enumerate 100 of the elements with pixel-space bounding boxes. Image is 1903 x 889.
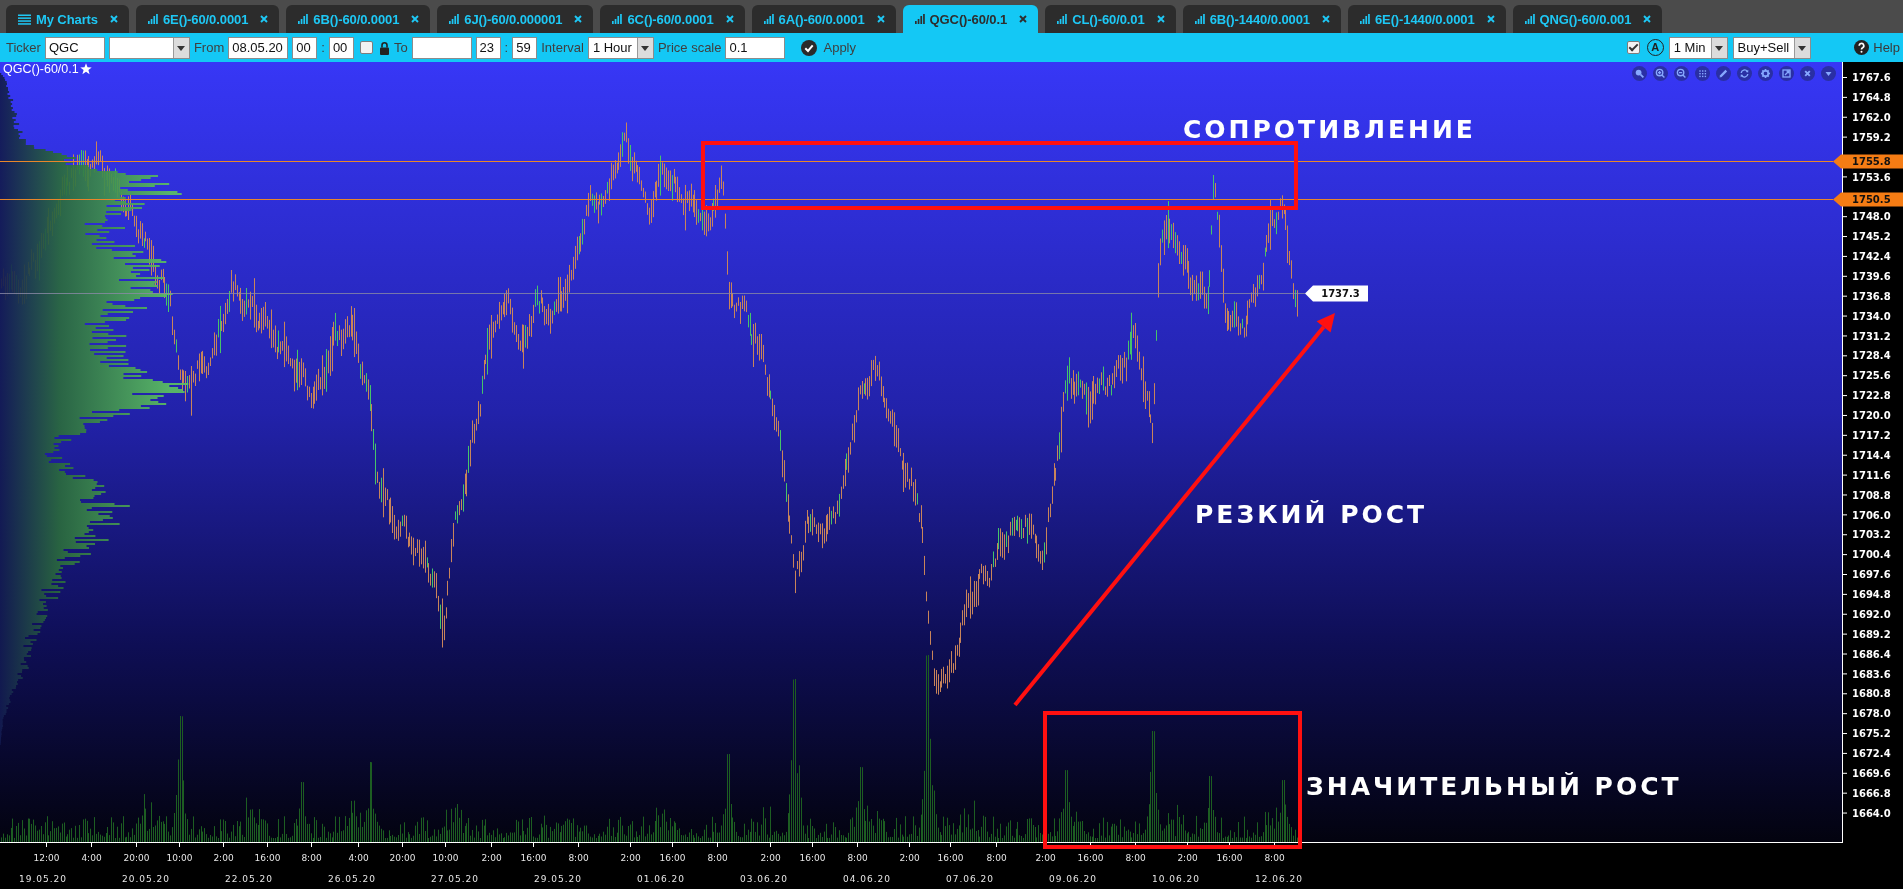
time-label: 8:00 [568, 853, 589, 863]
price-label: 1697.6 [1852, 569, 1891, 581]
apply-button[interactable]: Apply [789, 37, 856, 58]
price-label: 1734.0 [1852, 310, 1891, 322]
price-label: 1762.0 [1852, 111, 1891, 123]
dropdown[interactable]: 1 Hour [587, 36, 654, 59]
tab[interactable]: 6E()-60/0.0001 [135, 5, 280, 33]
bar-chart-icon [763, 14, 774, 24]
price-label: 1720.0 [1852, 410, 1891, 422]
text-field[interactable] [411, 36, 472, 59]
caret-icon[interactable] [636, 37, 653, 58]
magnifier-icon[interactable] [1632, 66, 1647, 81]
price-label: 1711.6 [1852, 469, 1891, 481]
help-link[interactable]: Help [1854, 37, 1900, 58]
price-label: 1764.8 [1852, 92, 1891, 103]
dropdown[interactable]: 1 Min [1668, 36, 1728, 59]
time-label: 2:00 [481, 853, 502, 863]
field-label: To [393, 41, 408, 54]
time-field[interactable]: 23 [475, 36, 501, 59]
time-label: 2:00 [899, 853, 920, 863]
close-icon[interactable] [725, 15, 734, 23]
checkbox[interactable] [1626, 41, 1640, 54]
tab[interactable]: My Charts [6, 5, 129, 33]
time-field[interactable]: 00 [328, 36, 354, 59]
time-label: 12:00 [33, 853, 60, 863]
time-label: 10:00 [432, 853, 459, 863]
text-field[interactable]: 08.05.20 [228, 36, 289, 59]
expand-icon[interactable] [1779, 66, 1794, 81]
time-label: 2:00 [1035, 853, 1056, 863]
price-tag: 1755.8 [1833, 154, 1903, 169]
price-label: 1694.8 [1852, 589, 1891, 600]
tab[interactable]: 6E()-1440/0.0001 [1347, 5, 1506, 33]
price-label: 1717.2 [1852, 429, 1891, 441]
close-icon[interactable] [109, 15, 118, 23]
date-label: 03.06.20 [739, 874, 789, 884]
price-label: 1666.8 [1852, 787, 1891, 799]
close-icon[interactable] [1019, 15, 1028, 23]
price-label: 1731.2 [1852, 330, 1891, 342]
tab[interactable]: CL()-60/0.01 [1045, 5, 1176, 33]
price-label: 1748.0 [1852, 211, 1891, 223]
zoom-out-icon[interactable] [1674, 66, 1689, 81]
price-label: 1714.4 [1852, 449, 1891, 461]
tab[interactable]: 6A()-60/0.0001 [751, 5, 896, 33]
time-label: 8:00 [986, 853, 1007, 863]
grid-icon[interactable] [1695, 66, 1710, 81]
tab[interactable]: QNG()-60/0.001 [1512, 5, 1663, 33]
price-label: 1678.0 [1852, 708, 1891, 720]
pencil-icon[interactable] [1716, 66, 1731, 81]
date-label: 27.05.20 [430, 874, 480, 884]
text-field[interactable]: QGC [44, 36, 105, 59]
text-field[interactable]: 0.1 [725, 36, 786, 59]
price-label: 1728.4 [1852, 350, 1891, 362]
time-label: 8:00 [847, 853, 868, 863]
time-label: 8:00 [1264, 853, 1285, 863]
chart-title: QGC()-60/0.1 [3, 63, 79, 76]
tab[interactable]: QGC()-60/0.1 [902, 5, 1039, 33]
tab[interactable]: 6J()-60/0.000001 [437, 5, 594, 33]
close-icon[interactable] [574, 15, 583, 23]
price-label: 1700.4 [1852, 549, 1891, 561]
dropdown[interactable]: Buy+Sell [1732, 36, 1812, 59]
date-label: 01.06.20 [636, 874, 686, 884]
time-label: 8:00 [707, 853, 728, 863]
time-label: 2:00 [760, 853, 781, 863]
time-field[interactable]: 59 [512, 36, 538, 59]
close-icon[interactable] [876, 15, 885, 23]
tab[interactable]: 6C()-60/0.0001 [600, 5, 745, 33]
field-label: Interval [541, 41, 584, 54]
time-label: 16:00 [937, 853, 964, 863]
tab[interactable]: 6B()-1440/0.0001 [1182, 5, 1341, 33]
price-label: 1680.8 [1852, 688, 1891, 700]
caret-icon[interactable] [1794, 37, 1811, 58]
price-label: 1706.0 [1852, 509, 1891, 521]
price-label: 1664.0 [1852, 807, 1891, 819]
settings-icon[interactable] [1758, 66, 1773, 81]
bar-chart-icon [612, 14, 623, 24]
time-label: 4:00 [348, 853, 369, 863]
lock-icon[interactable] [378, 40, 390, 55]
tab[interactable]: 6B()-60/0.0001 [286, 5, 431, 33]
price-label: 1672.4 [1852, 748, 1891, 759]
annotation-text: РЕЗКИЙ РОСТ [1195, 500, 1428, 529]
close-icon[interactable] [1321, 15, 1330, 23]
time-field[interactable]: 00 [292, 36, 318, 59]
close-icon[interactable] [1156, 15, 1165, 23]
refresh-icon[interactable] [1737, 66, 1752, 81]
close-icon[interactable] [1643, 15, 1652, 23]
close-icon[interactable] [260, 15, 269, 23]
price-label: 1708.8 [1852, 489, 1891, 501]
caret-icon[interactable] [1710, 37, 1727, 58]
star-icon[interactable] [79, 63, 92, 76]
date-label: 26.05.20 [327, 874, 377, 884]
annotation-text: ЗНАЧИТЕЛЬНЫЙ РОСТ [1306, 772, 1682, 801]
checkbox[interactable] [359, 41, 373, 54]
zoom-in-icon[interactable] [1653, 66, 1668, 81]
close-icon[interactable] [411, 15, 420, 23]
close-icon[interactable] [1486, 15, 1495, 23]
price-label: 1686.4 [1852, 648, 1891, 660]
close-icon[interactable] [1800, 66, 1815, 81]
date-label: 07.06.20 [945, 874, 995, 884]
date-label: 09.06.20 [1048, 874, 1098, 884]
caret-icon[interactable] [172, 37, 189, 58]
